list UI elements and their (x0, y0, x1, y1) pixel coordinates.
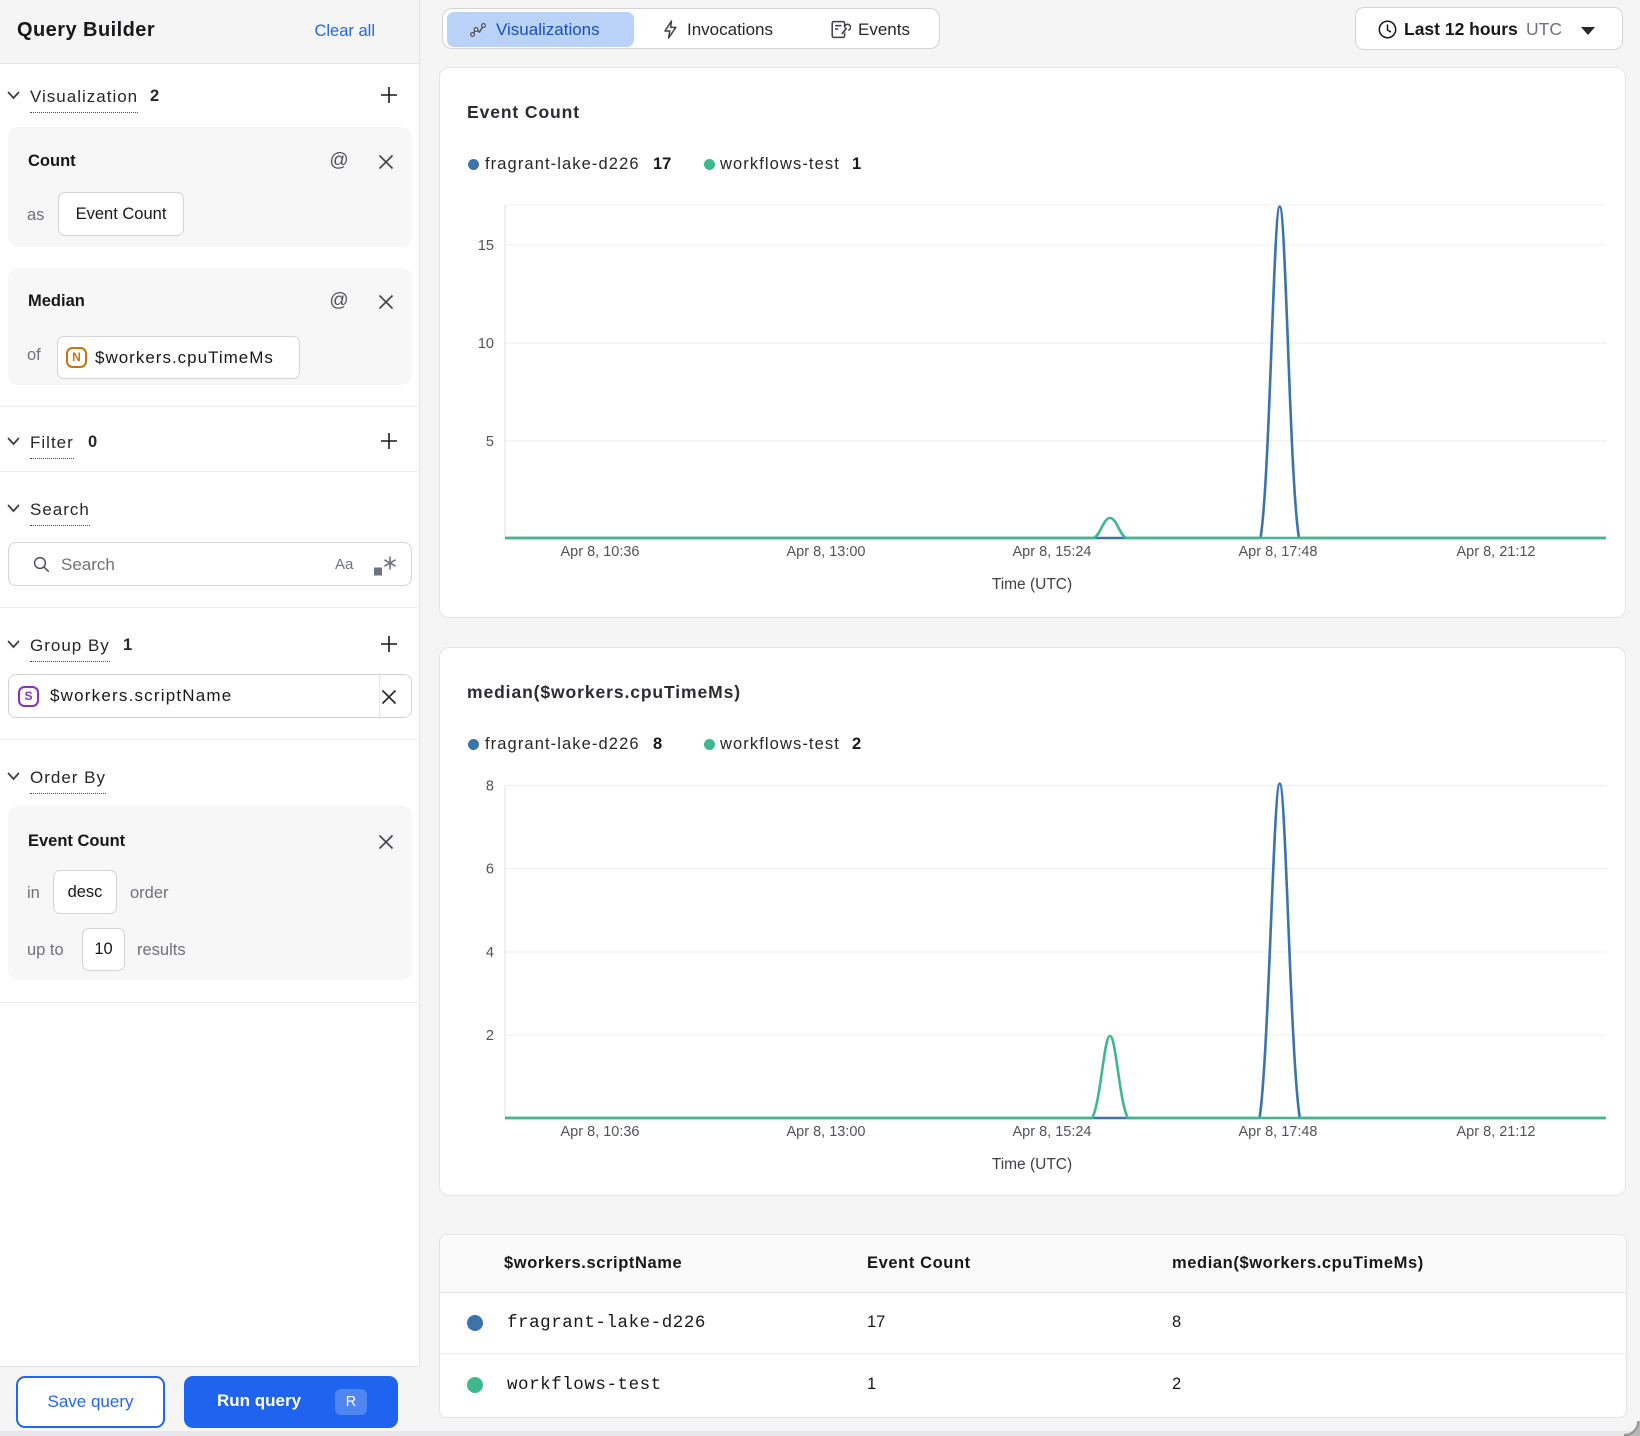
svg-text:6: 6 (486, 862, 494, 878)
svg-text:Apr 8, 21:12: Apr 8, 21:12 (1457, 1124, 1536, 1140)
svg-text:Apr 8, 17:48: Apr 8, 17:48 (1239, 1124, 1318, 1140)
svg-text:Apr 8, 15:24: Apr 8, 15:24 (1013, 1124, 1092, 1140)
svg-text:10: 10 (478, 336, 494, 352)
svg-text:15: 15 (478, 238, 494, 254)
svg-text:2: 2 (486, 1028, 494, 1044)
svg-text:Apr 8, 13:00: Apr 8, 13:00 (787, 544, 866, 560)
svg-text:Apr 8, 17:48: Apr 8, 17:48 (1239, 544, 1318, 560)
svg-text:Time (UTC): Time (UTC) (992, 576, 1072, 593)
svg-text:4: 4 (486, 945, 494, 961)
svg-text:Apr 8, 15:24: Apr 8, 15:24 (1013, 544, 1092, 560)
svg-text:Time (UTC): Time (UTC) (992, 1156, 1072, 1173)
svg-text:Apr 8, 13:00: Apr 8, 13:00 (787, 1124, 866, 1140)
svg-text:Apr 8, 21:12: Apr 8, 21:12 (1457, 544, 1536, 560)
svg-text:5: 5 (486, 434, 494, 450)
svg-text:Apr 8, 10:36: Apr 8, 10:36 (561, 1124, 640, 1140)
svg-text:Apr 8, 10:36: Apr 8, 10:36 (561, 544, 640, 560)
svg-text:8: 8 (486, 779, 494, 795)
